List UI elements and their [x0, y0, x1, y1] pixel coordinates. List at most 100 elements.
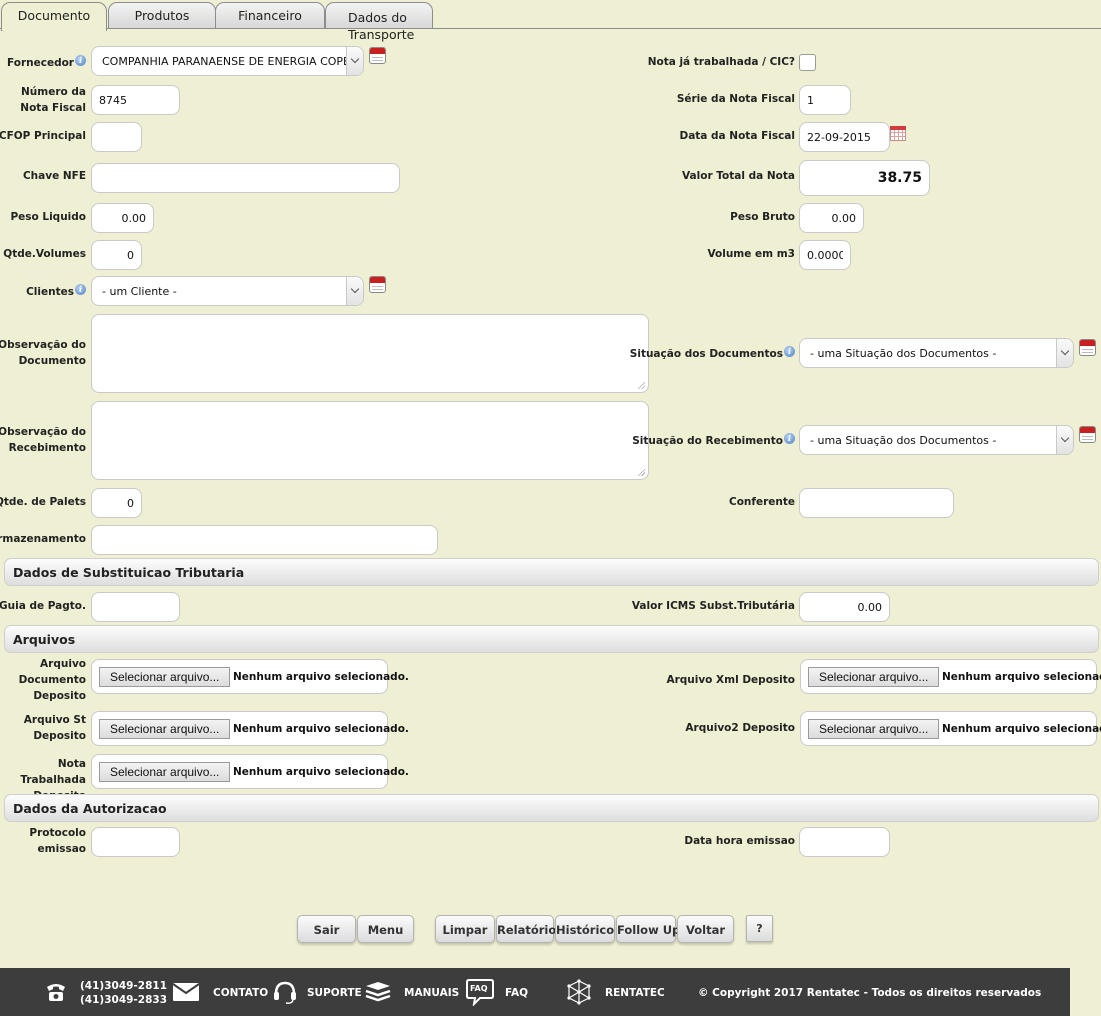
list-picker-icon[interactable]	[1079, 339, 1096, 356]
footer-phone-2: (41)3049-2833	[80, 994, 168, 1006]
footer-faq-link[interactable]: FAQ	[505, 987, 528, 999]
tab-produtos-label: Produtos	[134, 8, 190, 23]
clientes-select[interactable]: - um Cliente -	[91, 276, 364, 306]
tab-documento-label: Documento	[17, 8, 91, 23]
qtde-palets-input[interactable]	[91, 488, 142, 518]
valor-total-label: Valor Total da Nota	[682, 170, 795, 182]
info-icon[interactable]: i	[784, 433, 795, 444]
situacao-recebimento-label: Situação do Recebimento	[632, 435, 783, 447]
tab-dados-transporte-label: Dados do Transporte	[348, 10, 415, 42]
nota-trabalhada-cic-checkbox[interactable]	[799, 54, 816, 71]
arquivo-documento-file-input[interactable]: Selecionar arquivo... Nenhum arquivo sel…	[91, 659, 409, 694]
data-nf-label: Data da Nota Fiscal	[679, 130, 795, 142]
arquivo2-label: Arquivo2 Deposito	[685, 722, 795, 734]
peso-liquido-input[interactable]	[91, 203, 154, 233]
cfop-input[interactable]	[91, 122, 142, 152]
voltar-button[interactable]: Voltar	[677, 915, 734, 943]
peso-liquido-label: Peso Liquido	[10, 211, 86, 223]
valor-total-input[interactable]	[799, 160, 930, 196]
section-arquivos: Arquivos	[4, 625, 1099, 653]
clientes-value: - um Cliente -	[102, 285, 177, 298]
arquivo2-select-button[interactable]: Selecionar arquivo...	[808, 719, 940, 739]
envelope-icon[interactable]	[173, 983, 199, 1001]
protocolo-emissao-input[interactable]	[91, 827, 180, 857]
armazenamento-input[interactable]	[91, 525, 438, 555]
arquivo-xml-label: Arquivo Xml Deposito	[666, 674, 795, 686]
obs-recebimento-label: Observação do Recebimento	[0, 426, 86, 454]
situacao-recebimento-label-wrap: Situação do Recebimento i	[632, 433, 795, 449]
situacao-recebimento-select[interactable]: - uma Situação dos Documentos -	[799, 425, 1074, 455]
fornecedor-label: Fornecedor	[7, 57, 74, 69]
data-hora-emissao-input[interactable]	[799, 827, 890, 857]
books-icon[interactable]	[364, 980, 392, 1004]
sair-button[interactable]: Sair	[297, 915, 356, 943]
headset-icon[interactable]	[272, 979, 298, 1005]
numero-nf-label: Número da Nota Fiscal	[20, 86, 86, 114]
valor-icms-input[interactable]	[799, 592, 890, 622]
arquivo-xml-file-input[interactable]: Selecionar arquivo... Nenhum arquivo sel…	[800, 659, 1101, 694]
arquivo-st-select-button[interactable]: Selecionar arquivo...	[99, 719, 231, 739]
list-picker-icon[interactable]	[1079, 426, 1096, 443]
guia-pagto-label: Guia de Pagto.	[0, 600, 86, 612]
armazenamento-label: Armazenamento	[0, 533, 86, 545]
tab-produtos[interactable]: Produtos	[108, 2, 216, 29]
chevron-down-icon	[346, 277, 363, 305]
arquivo2-file-input[interactable]: Selecionar arquivo... Nenhum arquivo sel…	[800, 711, 1101, 746]
volume-m3-input[interactable]	[799, 240, 851, 270]
footer-phone-1: (41)3049-2811	[80, 980, 168, 992]
fornecedor-label-wrap: Fornecedor i	[7, 55, 86, 71]
numero-nf-input[interactable]	[91, 85, 180, 115]
arquivo-st-file-input[interactable]: Selecionar arquivo... Nenhum arquivo sel…	[91, 711, 409, 746]
follow-up-button[interactable]: Follow Up	[616, 915, 680, 943]
faq-bubble-icon[interactable]: FAQ	[466, 978, 494, 1006]
fornecedor-select[interactable]: COMPANHIA PARANAENSE DE ENERGIA COPEL -	[91, 46, 364, 76]
tab-documento[interactable]: Documento	[1, 2, 107, 31]
obs-documento-textarea[interactable]	[91, 314, 649, 393]
protocolo-emissao-label: Protocolo emissao	[29, 827, 86, 855]
chevron-down-icon	[1056, 339, 1073, 367]
footer-manuais-link[interactable]: MANUAIS	[404, 987, 459, 999]
tab-dados-transporte[interactable]: Dados do Transporte	[325, 2, 433, 42]
tab-financeiro-label: Financeiro	[238, 8, 302, 23]
section-autorizacao-title: Dados da Autorizacao	[13, 801, 167, 816]
chevron-down-icon	[346, 47, 363, 75]
data-nf-input[interactable]	[799, 122, 890, 152]
tab-divider	[0, 28, 1101, 29]
arquivo-documento-label: Arquivo Documento Deposito	[18, 658, 86, 702]
serie-nf-input[interactable]	[799, 85, 851, 115]
info-icon[interactable]: i	[784, 346, 795, 357]
arquivo-xml-select-button[interactable]: Selecionar arquivo...	[808, 667, 940, 687]
footer: (41)3049-2811 (41)3049-2833 CONTATO SUPO…	[0, 968, 1070, 1016]
limpar-button[interactable]: Limpar	[435, 915, 495, 943]
peso-bruto-input[interactable]	[799, 203, 864, 233]
network-logo-icon[interactable]	[565, 978, 593, 1006]
historico-button[interactable]: Histórico	[555, 915, 615, 943]
help-button[interactable]: ?	[746, 915, 773, 942]
list-picker-icon[interactable]	[369, 276, 386, 293]
nota-trabalhada-select-button[interactable]: Selecionar arquivo...	[99, 762, 231, 782]
obs-recebimento-textarea[interactable]	[91, 401, 649, 480]
volume-m3-label: Volume em m3	[707, 248, 795, 260]
guia-pagto-input[interactable]	[91, 592, 180, 622]
tab-financeiro[interactable]: Financeiro	[215, 2, 325, 29]
menu-button[interactable]: Menu	[357, 915, 414, 943]
footer-suporte-link[interactable]: SUPORTE	[307, 987, 362, 999]
arquivo-documento-select-button[interactable]: Selecionar arquivo...	[99, 667, 231, 687]
conferente-input[interactable]	[799, 488, 954, 518]
calendar-icon[interactable]	[890, 126, 906, 141]
qtde-volumes-input[interactable]	[91, 240, 142, 270]
section-autorizacao: Dados da Autorizacao	[4, 794, 1099, 822]
chave-nfe-input[interactable]	[91, 163, 400, 193]
info-icon[interactable]: i	[75, 55, 86, 66]
relatorio-button[interactable]: Relatório	[496, 915, 556, 943]
chave-nfe-label: Chave NFE	[22, 170, 86, 182]
list-picker-icon[interactable]	[369, 47, 386, 64]
valor-icms-label: Valor ICMS Subst.Tributária	[631, 600, 795, 612]
footer-rentatec-link[interactable]: RENTATEC	[605, 987, 665, 999]
situacao-documentos-select[interactable]: - uma Situação dos Documentos -	[799, 338, 1074, 368]
cfop-label: CFOP Principal	[0, 130, 86, 142]
info-icon[interactable]: i	[75, 284, 86, 295]
nota-trabalhada-file-input[interactable]: Selecionar arquivo... Nenhum arquivo sel…	[91, 754, 409, 789]
arquivo-documento-status: Nenhum arquivo selecionado.	[233, 671, 409, 683]
footer-contato-link[interactable]: CONTATO	[213, 987, 268, 999]
